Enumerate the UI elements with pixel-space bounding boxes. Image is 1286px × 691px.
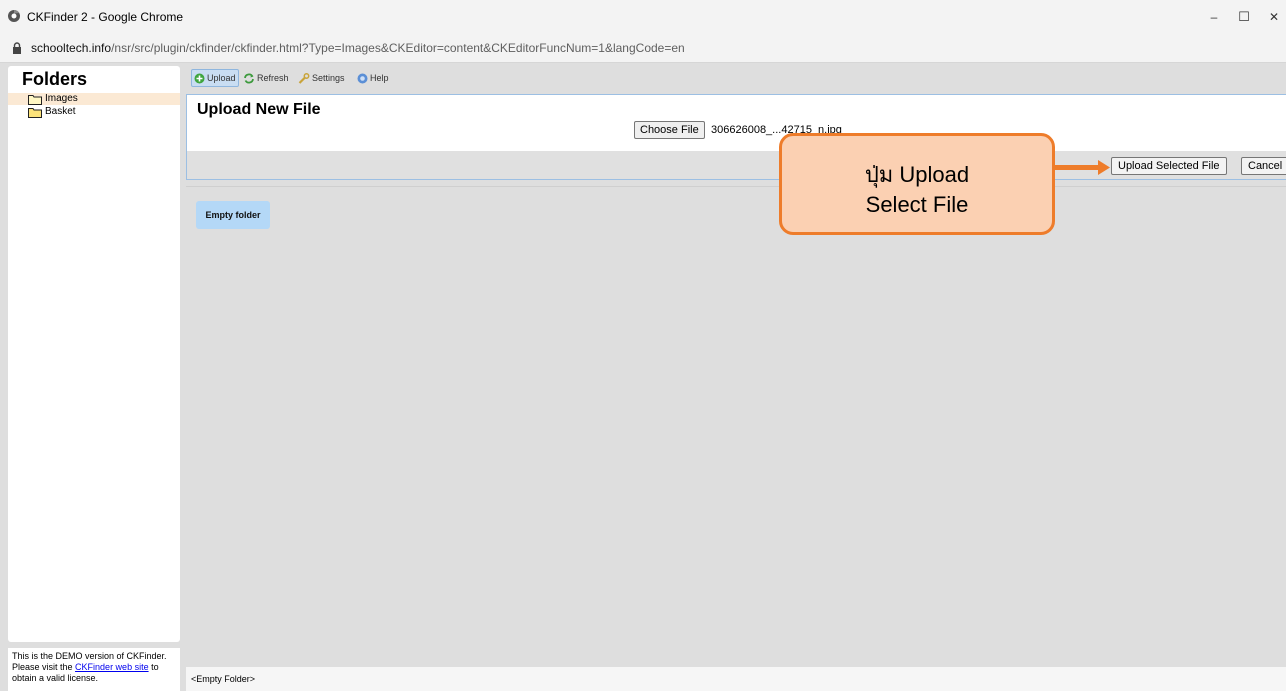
empty-folder-tile: Empty folder bbox=[196, 201, 270, 229]
refresh-icon bbox=[244, 73, 254, 84]
chrome-icon bbox=[8, 9, 20, 22]
status-bar: <Empty Folder> bbox=[186, 667, 1286, 691]
refresh-toolbar-button[interactable]: Refresh bbox=[241, 70, 291, 86]
wrench-icon bbox=[298, 73, 310, 84]
demo-text-3: to bbox=[151, 662, 159, 672]
toolbar: Upload Refresh Settings Help bbox=[185, 66, 1286, 90]
folders-heading: Folders bbox=[22, 69, 88, 89]
choose-file-button[interactable]: Choose File bbox=[634, 121, 705, 139]
files-view[interactable]: Empty folder bbox=[186, 186, 1286, 663]
folder-label: Basket bbox=[45, 106, 76, 117]
folders-panel: Folders Images Basket bbox=[8, 66, 180, 642]
upload-panel-title: Upload New File bbox=[197, 101, 321, 118]
annotation-callout: ปุ่ม Upload Select File bbox=[779, 133, 1055, 235]
upload-toolbar-button[interactable]: Upload bbox=[191, 69, 239, 87]
maximize-button[interactable]: ☐ bbox=[1229, 6, 1259, 28]
browser-titlebar: CKFinder 2 - Google Chrome – ☐ ✕ bbox=[0, 0, 1286, 34]
annotation-arrow-icon bbox=[1055, 160, 1110, 175]
demo-text-4: obtain a valid license. bbox=[12, 673, 99, 683]
close-button[interactable]: ✕ bbox=[1259, 6, 1286, 28]
cancel-button[interactable]: Cancel bbox=[1241, 157, 1286, 175]
folder-label: Images bbox=[45, 93, 78, 104]
demo-text-1: This is the DEMO version of CKFinder. bbox=[12, 651, 167, 661]
folder-icon bbox=[28, 95, 42, 105]
window-title: CKFinder 2 - Google Chrome bbox=[27, 10, 184, 24]
ckfinder-website-link[interactable]: CKFinder web site bbox=[75, 662, 149, 672]
upload-selected-file-button[interactable]: Upload Selected File bbox=[1111, 157, 1227, 175]
help-toolbar-button[interactable]: Help bbox=[355, 70, 391, 86]
url-host: schooltech.info bbox=[31, 41, 112, 55]
callout-line-2: Select File bbox=[865, 192, 969, 217]
demo-text-2: Please visit the bbox=[12, 662, 73, 672]
upload-panel-footer: Upload Selected File Cancel bbox=[187, 151, 1286, 179]
folder-icon bbox=[28, 108, 42, 118]
callout-line-1: ปุ่ม Upload bbox=[864, 162, 970, 187]
lock-icon bbox=[13, 42, 21, 54]
help-label: Help bbox=[370, 73, 389, 83]
upload-icon bbox=[194, 73, 205, 84]
url-text[interactable]: schooltech.info/nsr/src/plugin/ckfinder/… bbox=[31, 41, 685, 55]
folder-item-basket[interactable]: Basket bbox=[8, 106, 180, 118]
settings-label: Settings bbox=[312, 73, 345, 83]
minimize-button[interactable]: – bbox=[1199, 6, 1229, 28]
folder-item-images[interactable]: Images bbox=[8, 93, 180, 105]
settings-toolbar-button[interactable]: Settings bbox=[296, 70, 347, 86]
url-path: /nsr/src/plugin/ckfinder/ckfinder.html?T… bbox=[111, 41, 685, 55]
upload-panel: Upload New File Choose File 306626008_..… bbox=[186, 94, 1286, 180]
demo-notice: This is the DEMO version of CKFinder. Pl… bbox=[8, 648, 180, 691]
help-icon bbox=[357, 73, 368, 84]
refresh-label: Refresh bbox=[257, 73, 289, 83]
upload-label: Upload bbox=[207, 73, 236, 83]
address-bar[interactable]: schooltech.info/nsr/src/plugin/ckfinder/… bbox=[0, 34, 1286, 63]
